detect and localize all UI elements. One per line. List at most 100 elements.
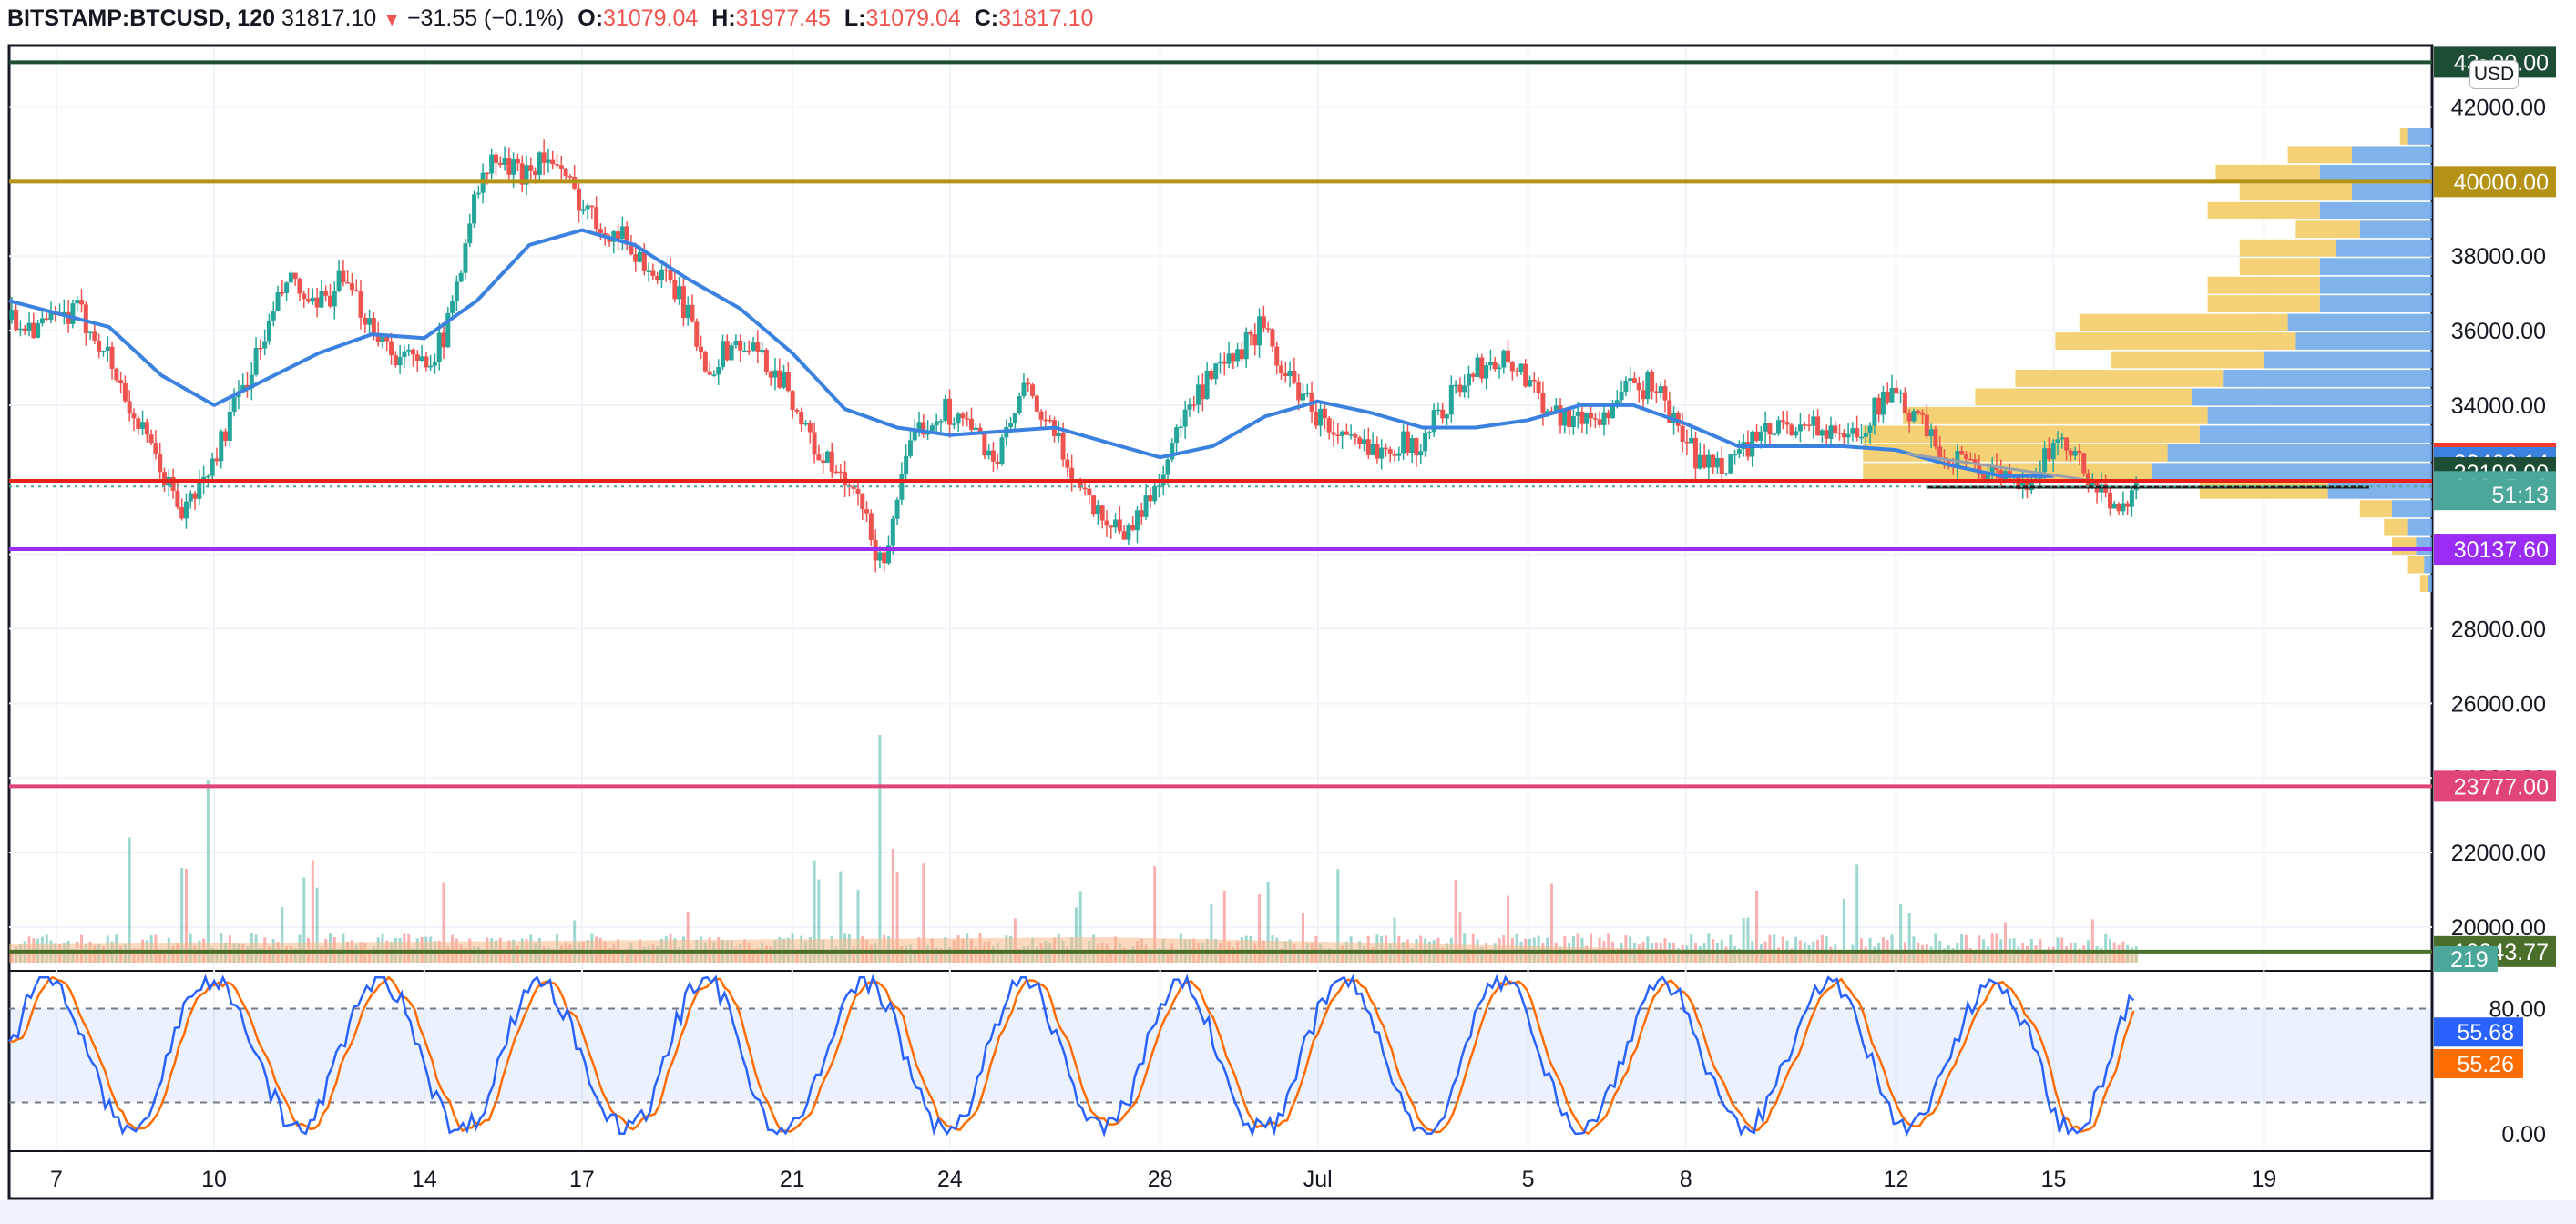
volume-profile-down [2392, 537, 2417, 556]
candle-body [855, 488, 861, 494]
candle-body [824, 451, 830, 463]
candle-body [1196, 384, 1201, 405]
candle-body [127, 401, 132, 414]
candle-body [2077, 451, 2082, 454]
volume-profile-up [2336, 239, 2432, 257]
volume-profile-up [2287, 313, 2432, 332]
volume-profile-down [2239, 239, 2336, 257]
candle-body [938, 420, 944, 423]
candle-body [1017, 396, 1022, 413]
time-axis-label: 10 [201, 1167, 227, 1192]
stoch-d-label-text: 55.26 [2457, 1052, 2514, 1077]
candle-body [114, 368, 119, 381]
candle-body [1579, 411, 1585, 424]
candle-body [1570, 416, 1576, 428]
price-chart[interactable]: 42000.00 40000.00 38000.00 36000.00 34000.00… [0, 0, 2576, 1224]
candle-body [1601, 412, 1607, 425]
volume-profile-up [2352, 183, 2432, 201]
candle-body [1182, 409, 1188, 427]
candle-body [1445, 414, 1450, 419]
volume-profile-up [2352, 146, 2432, 164]
candle-body [1723, 473, 1729, 475]
candle-body [729, 345, 734, 361]
volume-profile-down [2055, 332, 2296, 350]
candle-body [990, 450, 996, 462]
candle-body [371, 318, 376, 335]
candle-body [1117, 519, 1122, 532]
candle-body [1204, 370, 1210, 400]
candle-body [2121, 503, 2126, 512]
candle-body [36, 323, 41, 339]
candle-body [1885, 392, 1890, 403]
candle-body [598, 229, 603, 233]
candle-body [1514, 371, 1519, 372]
candle-body [188, 493, 193, 502]
candle-body [1021, 382, 1027, 397]
candle-body [659, 269, 664, 280]
volume-profile-up [2192, 388, 2432, 406]
volume-profile-down [2399, 128, 2408, 145]
candle-body [332, 291, 337, 307]
candle-body [1789, 424, 1794, 436]
candle-body [1906, 413, 1912, 422]
candle-body [2111, 503, 2117, 509]
candle-body [668, 270, 673, 280]
candle-body [472, 194, 477, 224]
candle-body [489, 154, 495, 174]
candle-body [1959, 450, 1965, 455]
candle-body [1711, 454, 1716, 468]
candle-body [506, 158, 512, 175]
candle-body [555, 164, 560, 166]
candle-body [1606, 412, 1611, 419]
candle-body [711, 374, 717, 376]
candle-body [266, 320, 271, 342]
candle-body [410, 349, 415, 355]
candle-body [192, 493, 198, 499]
candle-body [947, 398, 953, 425]
candle-body [782, 372, 787, 388]
candle-body [960, 413, 966, 419]
candle-body [1405, 431, 1410, 454]
candle-body [1963, 454, 1968, 459]
candle-body [1126, 524, 1131, 540]
candle-body [87, 332, 93, 334]
candle-body [2081, 453, 2087, 474]
level-label-text: 30137.60 [2454, 537, 2549, 563]
candle-body [1331, 432, 1336, 435]
candle-body [1470, 373, 1476, 377]
candle-body [995, 461, 1000, 464]
candle-body [2046, 448, 2051, 460]
candle-body [1396, 453, 1402, 456]
candle-body [1689, 437, 1694, 444]
candle-body [39, 318, 45, 324]
candle-body [1178, 426, 1183, 428]
candle-body [877, 552, 883, 561]
candle-body [550, 159, 556, 165]
candle-body [738, 340, 743, 351]
candle-body [475, 192, 481, 195]
candle-body [1401, 431, 1406, 454]
candle-body [292, 272, 298, 280]
candle-body [441, 332, 446, 348]
candle-body [1304, 393, 1310, 394]
candle-body [1087, 488, 1092, 496]
candle-body [690, 304, 695, 322]
candle-body [1933, 429, 1938, 447]
candle-body [633, 254, 639, 262]
currency-button[interactable]: USD [2469, 60, 2519, 89]
candle-body [2060, 437, 2065, 440]
candle-body [982, 433, 987, 456]
candle-body [646, 270, 651, 272]
volume-profile-down [2015, 370, 2224, 387]
candle-body [1518, 363, 1524, 372]
candle-body [1784, 422, 1790, 425]
candle-body [894, 499, 900, 519]
candle-body [934, 421, 939, 426]
candle-body [1506, 350, 1511, 362]
candle-body [1628, 378, 1633, 382]
candle-body [1423, 433, 1428, 452]
candle-body [458, 272, 464, 282]
candle-body [223, 431, 229, 441]
candle-body [1270, 329, 1275, 347]
volume-bar [1855, 864, 1859, 963]
